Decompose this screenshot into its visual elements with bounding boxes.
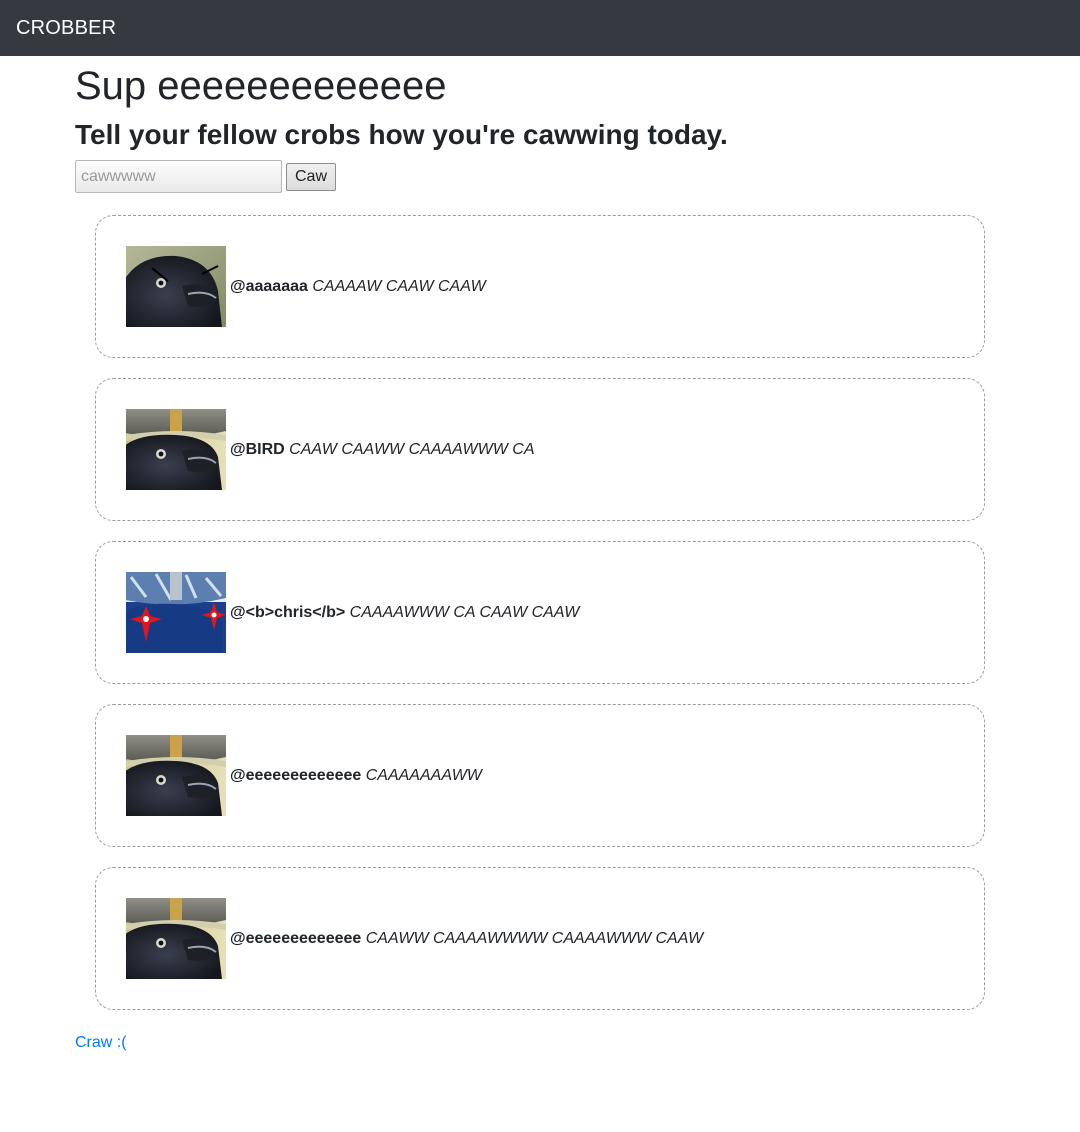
caw-message: CAAAAW CAAW CAAW	[312, 277, 486, 295]
caw-button[interactable]: Caw	[286, 162, 337, 191]
viking-crow-avatar	[126, 898, 226, 979]
caw-input[interactable]	[75, 160, 282, 193]
caw-handle: @eeeeeeeeeeeee	[230, 766, 362, 784]
caw-content: @eeeeeeeeeeeee CAAWW CAAAAWWWW CAAAAWWW …	[230, 930, 703, 948]
caw-card: @BIRD CAAW CAAWW CAAAAWWW CA	[95, 378, 985, 521]
angry-crow-avatar	[126, 246, 226, 327]
logout-link[interactable]: Craw :(	[75, 1034, 127, 1052]
caw-handle: @eeeeeeeeeeeee	[230, 929, 362, 947]
viking-crow-avatar	[126, 735, 226, 816]
caw-message: CAAAAWWW CA CAAW CAAW	[349, 603, 580, 621]
greeting-heading: Sup eeeeeeeeeeeee	[75, 64, 447, 108]
compose-prompt: Tell your fellow crobs how you're cawwin…	[75, 119, 728, 150]
caw-handle: @BIRD	[230, 440, 285, 458]
caw-content: @BIRD CAAW CAAWW CAAAAWWW CA	[230, 441, 535, 459]
brand-link[interactable]: CROBBER	[16, 17, 116, 40]
caw-card: @aaaaaaa CAAAAW CAAW CAAW	[95, 215, 985, 358]
caw-handle: @<b>chris</b>	[230, 603, 346, 621]
caw-message: CAAW CAAWW CAAAAWWW CA	[289, 440, 535, 458]
deepfried-crow-avatar	[126, 572, 226, 653]
caw-content: @<b>chris</b> CAAAAWWW CA CAAW CAAW	[230, 604, 579, 622]
caw-card: @eeeeeeeeeeeee CAAAAAAAWW	[95, 704, 985, 847]
navbar: CROBBER	[0, 0, 1080, 56]
caw-card: @eeeeeeeeeeeee CAAWW CAAAAWWWW CAAAAWWW …	[95, 867, 985, 1010]
caw-card: @<b>chris</b> CAAAAWWW CA CAAW CAAW	[95, 541, 985, 684]
caw-feed: @aaaaaaa CAAAAW CAAW CAAW @BIRD CAAW CAA…	[95, 215, 985, 1010]
compose-form: Caw	[75, 160, 985, 193]
viking-crow-avatar	[126, 409, 226, 490]
main-content: Sup eeeeeeeeeeeee Tell your fellow crobs…	[0, 62, 1080, 1052]
caw-handle: @aaaaaaa	[230, 277, 308, 295]
caw-content: @aaaaaaa CAAAAW CAAW CAAW	[230, 278, 486, 296]
caw-message: CAAWW CAAAAWWWW CAAAAWWW CAAW	[365, 929, 704, 947]
caw-message: CAAAAAAAWW	[365, 766, 482, 784]
caw-content: @eeeeeeeeeeeee CAAAAAAAWW	[230, 767, 482, 785]
